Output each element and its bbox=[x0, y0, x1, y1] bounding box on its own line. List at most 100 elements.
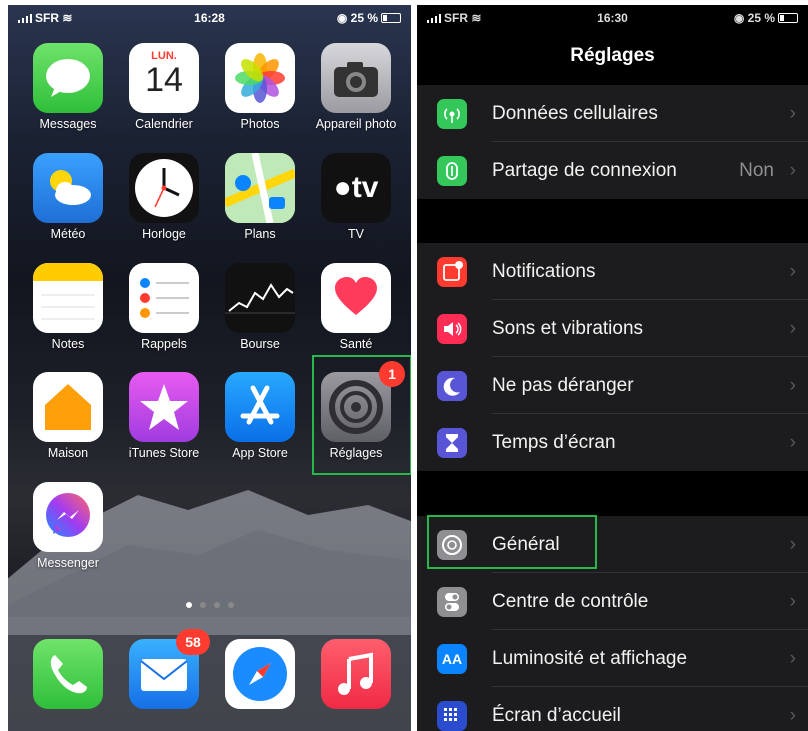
chevron-right-icon: › bbox=[789, 591, 796, 612]
brightness-icon: AA bbox=[437, 644, 467, 674]
app-label: Messenger bbox=[37, 556, 99, 570]
row-notifications[interactable]: Notifications › bbox=[417, 243, 808, 300]
row-ne-pas-deranger[interactable]: Ne pas déranger › bbox=[417, 357, 808, 414]
stocks-icon bbox=[225, 263, 295, 333]
app-label: Calendrier bbox=[135, 117, 193, 131]
hourglass-icon bbox=[437, 428, 467, 458]
app-label: Maison bbox=[47, 446, 89, 460]
app-plans[interactable]: Plans bbox=[216, 153, 304, 241]
page-dot bbox=[227, 602, 234, 608]
page-title: Réglages bbox=[570, 45, 655, 66]
reminders-icon bbox=[129, 263, 199, 333]
health-icon bbox=[321, 263, 391, 333]
battery: ◉ 25 % bbox=[337, 11, 401, 25]
app-label: Santé bbox=[339, 337, 373, 351]
app-appareil-photo[interactable]: Appareil photo bbox=[312, 43, 400, 131]
app-messenger[interactable]: Messenger bbox=[24, 482, 112, 570]
row-label: Données cellulaires bbox=[492, 103, 658, 124]
page-dot bbox=[199, 602, 206, 608]
settings-group-notifications: Notifications › Sons et vibrations › Ne … bbox=[417, 243, 808, 471]
app-label: Photos bbox=[240, 117, 280, 131]
row-label: Luminosité et affichage bbox=[492, 648, 688, 669]
settings-screen: SFR ≋ 16:30 ◉ 25 % Réglages Données cell… bbox=[417, 5, 808, 731]
app-label: Rappels bbox=[141, 337, 187, 351]
itunes-store-icon bbox=[129, 372, 199, 442]
status-bar: SFR ≋ 16:28 ◉ 25 % bbox=[8, 5, 411, 31]
moon-icon bbox=[437, 371, 467, 401]
app-itunes-store[interactable]: iTunes Store bbox=[120, 372, 208, 460]
row-donnees-cellulaires[interactable]: Données cellulaires › bbox=[417, 85, 808, 142]
battery-icon bbox=[381, 13, 401, 23]
app-maison[interactable]: Maison bbox=[24, 372, 112, 460]
dock: 58 bbox=[8, 617, 411, 731]
page-indicator[interactable] bbox=[8, 595, 411, 613]
chevron-right-icon: › bbox=[789, 160, 796, 181]
location-icon: ◉ bbox=[733, 11, 745, 25]
app-label: Horloge bbox=[142, 227, 186, 241]
maps-icon bbox=[225, 153, 295, 223]
chevron-right-icon: › bbox=[789, 318, 796, 339]
row-partage-de-connexion[interactable]: Partage de connexion Non › bbox=[417, 142, 808, 199]
app-label: TV bbox=[348, 227, 364, 241]
row-label: Écran d’accueil bbox=[492, 705, 621, 726]
app-notes[interactable]: Notes bbox=[24, 263, 112, 351]
battery-percent: 25 % bbox=[747, 11, 775, 25]
battery: ◉ 25 % bbox=[734, 11, 798, 25]
settings-group-network: Données cellulaires › Partage de connexi… bbox=[417, 85, 808, 199]
messenger-icon bbox=[33, 482, 103, 552]
dock-music[interactable] bbox=[312, 639, 400, 709]
dock-phone[interactable] bbox=[24, 639, 112, 709]
app-label: Météo bbox=[50, 227, 86, 241]
hotspot-icon bbox=[437, 156, 467, 186]
calendar-icon: LUN. 14 bbox=[129, 43, 199, 113]
camera-icon bbox=[321, 43, 391, 113]
app-bourse[interactable]: Bourse bbox=[216, 263, 304, 351]
page-dot bbox=[213, 602, 220, 608]
app-label: App Store bbox=[232, 446, 288, 460]
tv-text: tv bbox=[351, 171, 379, 204]
mail-badge: 58 bbox=[176, 629, 210, 655]
row-luminosite-et-affichage[interactable]: AA Luminosité et affichage › bbox=[417, 630, 808, 687]
battery-percent: 25 % bbox=[350, 11, 378, 25]
row-value: Non bbox=[739, 160, 774, 181]
app-app-store[interactable]: App Store bbox=[216, 372, 304, 460]
app-horloge[interactable]: Horloge bbox=[120, 153, 208, 241]
app-photos[interactable]: Photos bbox=[216, 43, 304, 131]
app-sante[interactable]: Santé bbox=[312, 263, 400, 351]
home-app-icon bbox=[33, 372, 103, 442]
app-messages[interactable]: Messages bbox=[24, 43, 112, 131]
messages-icon bbox=[33, 43, 103, 113]
chevron-right-icon: › bbox=[789, 534, 796, 555]
weather-icon bbox=[33, 153, 103, 223]
row-sons-et-vibrations[interactable]: Sons et vibrations › bbox=[417, 300, 808, 357]
page-dot bbox=[185, 602, 192, 608]
app-meteo[interactable]: Météo bbox=[24, 153, 112, 241]
row-label: Ne pas déranger bbox=[492, 375, 634, 396]
app-label: Plans bbox=[244, 227, 276, 241]
row-ecran-d-accueil[interactable]: Écran d’accueil › bbox=[417, 687, 808, 731]
chevron-right-icon: › bbox=[789, 648, 796, 669]
home-screen-icon bbox=[437, 701, 467, 731]
notes-icon bbox=[33, 263, 103, 333]
safari-icon bbox=[225, 639, 295, 709]
app-calendrier[interactable]: LUN. 14 Calendrier bbox=[120, 43, 208, 131]
app-rappels[interactable]: Rappels bbox=[120, 263, 208, 351]
dock-safari[interactable] bbox=[216, 639, 304, 709]
phone-icon bbox=[33, 639, 103, 709]
row-temps-d-ecran[interactable]: Temps d’écran › bbox=[417, 414, 808, 471]
app-label: Bourse bbox=[240, 337, 280, 351]
status-bar: SFR ≋ 16:30 ◉ 25 % bbox=[417, 5, 808, 31]
app-tv[interactable]: ●tv TV bbox=[312, 153, 400, 241]
chevron-right-icon: › bbox=[789, 705, 796, 726]
chevron-right-icon: › bbox=[789, 261, 796, 282]
app-label: iTunes Store bbox=[128, 446, 200, 460]
row-label: Notifications bbox=[492, 261, 596, 282]
row-centre-de-controle[interactable]: Centre de contrôle › bbox=[417, 573, 808, 630]
cellular-icon bbox=[437, 99, 467, 129]
app-store-icon bbox=[225, 372, 295, 442]
chevron-right-icon: › bbox=[789, 375, 796, 396]
sound-icon bbox=[437, 314, 467, 344]
home-screen: SFR ≋ 16:28 ◉ 25 % Messages LUN. 14 Cale… bbox=[8, 5, 411, 731]
row-label: Partage de connexion bbox=[492, 160, 677, 181]
music-icon bbox=[321, 639, 391, 709]
